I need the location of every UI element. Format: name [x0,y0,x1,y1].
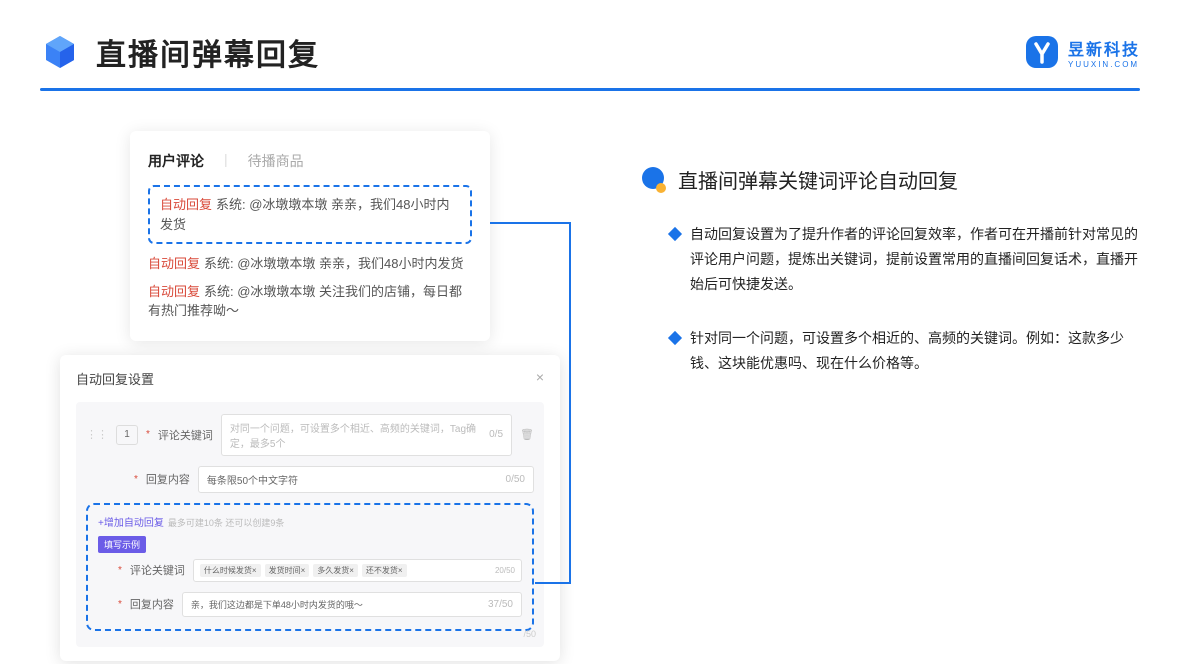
example-keyword-label: 评论关键词 [130,562,185,578]
keyword-input[interactable]: 对同一个问题，可设置多个相近、高频的关键词，Tag确定，最多5个 0/5 [221,414,512,456]
brand: 昱新科技 YUUXIN.COM [1024,34,1140,70]
form-area: ⋮⋮ 1 * 评论关键词 对同一个问题，可设置多个相近、高频的关键词，Tag确定… [76,402,544,647]
bubble-icon [640,167,666,193]
example-box: +增加自动回复最多可建10条 还可以创建9条 填写示例 * 评论关键词 什么时候… [86,503,534,631]
example-reply-text: 亲，我们这边都是下单48小时内发货的哦～ [191,598,363,611]
keyword-count: 0/5 [489,429,503,440]
subtitle: 直播间弹幕关键词评论自动回复 [678,165,958,194]
brand-name: 昱新科技 [1068,36,1140,60]
reply-count: 0/50 [506,474,525,485]
add-hint: 最多可建10条 还可以创建9条 [168,518,285,528]
reply-placeholder: 每条限50个中文字符 [207,472,298,487]
highlighted-message: 自动回复系统: @冰墩墩本墩 亲亲，我们48小时内发货 [148,185,472,244]
auto-reply-tag: 自动回复 [148,284,200,299]
auto-reply-tag: 自动回复 [148,256,200,271]
tag-item[interactable]: 还不发货× [362,564,407,577]
message-2: 自动回复系统: @冰墩墩本墩 亲亲，我们48小时内发货 [148,254,472,274]
tag-count: 20/50 [495,566,515,575]
close-icon[interactable]: × [536,369,544,388]
example-reply-input[interactable]: 亲，我们这边都是下单48小时内发货的哦～ 37/50 [182,592,522,617]
message-2-text: 系统: @冰墩墩本墩 亲亲，我们48小时内发货 [204,256,464,271]
bullet-1: 自动回复设置为了提升作者的评论回复效率，作者可在开播前针对常见的评论用户问题，提… [640,222,1140,298]
page-title: 直播间弹幕回复 [96,30,320,74]
tag-item[interactable]: 什么时候发货× [200,564,261,577]
tag-item[interactable]: 多久发货× [313,564,358,577]
comments-card: 用户评论 | 待播商品 自动回复系统: @冰墩墩本墩 亲亲，我们48小时内发货 … [130,131,490,341]
faded-count: /50 [523,629,536,639]
header-left: 直播间弹幕回复 [40,30,320,74]
reply-input[interactable]: 每条限50个中文字符 0/50 [198,466,534,493]
tab-separator: | [224,151,228,171]
diamond-icon [668,330,682,344]
example-reply-row: * 回复内容 亲，我们这边都是下单48小时内发货的哦～ 37/50 [98,592,522,617]
required-dot: * [134,474,138,485]
bullet-2-text: 针对同一个问题，可设置多个相近的、高频的关键词。例如：这款多少钱、这块能优惠吗、… [690,326,1140,376]
keyword-label: 评论关键词 [158,427,213,443]
keyword-row: ⋮⋮ 1 * 评论关键词 对同一个问题，可设置多个相近、高频的关键词，Tag确定… [86,414,534,456]
explanation: 直播间弹幕关键词评论自动回复 自动回复设置为了提升作者的评论回复效率，作者可在开… [640,131,1140,661]
header: 直播间弹幕回复 昱新科技 YUUXIN.COM [0,0,1180,74]
reply-label: 回复内容 [146,471,190,487]
example-badge: 填写示例 [98,536,146,553]
screenshot-area: 用户评论 | 待播商品 自动回复系统: @冰墩墩本墩 亲亲，我们48小时内发货 … [60,131,560,661]
example-keyword-row: * 评论关键词 什么时候发货× 发货时间× 多久发货× 还不发货× 20/50 [98,559,522,582]
add-reply-link[interactable]: +增加自动回复 [98,514,164,529]
settings-title: 自动回复设置 [76,369,154,388]
keyword-placeholder: 对同一个问题，可设置多个相近、高频的关键词，Tag确定，最多5个 [230,420,489,450]
required-dot: * [146,429,150,440]
required-dot: * [118,565,122,576]
subheading: 直播间弹幕关键词评论自动回复 [640,165,1140,194]
example-reply-label: 回复内容 [130,596,174,612]
tab-comments[interactable]: 用户评论 [148,151,204,171]
required-dot: * [118,599,122,610]
example-reply-count: 37/50 [488,599,513,610]
message-3: 自动回复系统: @冰墩墩本墩 关注我们的店铺，每日都有热门推荐呦～ [148,282,472,321]
bullet-2: 针对同一个问题，可设置多个相近的、高频的关键词。例如：这款多少钱、这块能优惠吗、… [640,326,1140,376]
auto-reply-tag: 自动回复 [160,197,212,212]
reply-row: * 回复内容 每条限50个中文字符 0/50 [86,466,534,493]
diamond-icon [668,227,682,241]
brand-icon [1024,34,1060,70]
delete-icon[interactable]: 🗑 [520,428,534,441]
tabs: 用户评论 | 待播商品 [148,151,472,171]
tag-item[interactable]: 发货时间× [265,564,310,577]
drag-handle-icon[interactable]: ⋮⋮ [86,428,108,441]
row-number: 1 [116,425,138,445]
bullet-1-text: 自动回复设置为了提升作者的评论回复效率，作者可在开播前针对常见的评论用户问题，提… [690,222,1140,298]
example-keyword-input[interactable]: 什么时候发货× 发货时间× 多久发货× 还不发货× 20/50 [193,559,522,582]
message-1: 自动回复系统: @冰墩墩本墩 亲亲，我们48小时内发货 [160,195,460,234]
settings-card: 自动回复设置 × ⋮⋮ 1 * 评论关键词 对同一个问题，可设置多个相近、高频的… [60,355,560,661]
brand-url: YUUXIN.COM [1068,60,1140,69]
cube-icon [40,32,80,72]
tab-products[interactable]: 待播商品 [248,151,304,171]
